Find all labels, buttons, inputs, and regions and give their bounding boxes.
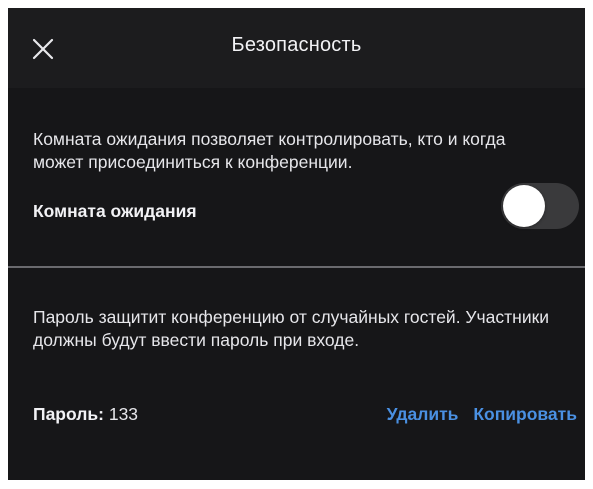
password-section: Пароль защитит конференцию от случайных … xyxy=(8,268,585,480)
password-row: Пароль: 133 xyxy=(33,404,138,425)
page-title: Безопасность xyxy=(231,34,362,56)
password-actions: Удалить Копировать xyxy=(377,404,577,425)
security-panel: Безопасность Комната ожидания позволяет … xyxy=(8,8,585,480)
waiting-room-label: Комната ожидания xyxy=(33,201,197,221)
waiting-room-toggle[interactable] xyxy=(501,183,579,229)
waiting-room-section: Комната ожидания позволяет контролироват… xyxy=(8,88,585,266)
copy-password-button[interactable]: Копировать xyxy=(473,404,577,424)
toggle-knob xyxy=(503,185,545,227)
password-label: Пароль: xyxy=(33,404,104,424)
header: Безопасность xyxy=(8,8,585,88)
waiting-room-description: Комната ожидания позволяет контролироват… xyxy=(33,129,506,172)
password-description: Пароль защитит конференцию от случайных … xyxy=(33,307,550,350)
delete-password-button[interactable]: Удалить xyxy=(387,404,459,424)
password-value: 133 xyxy=(108,404,139,424)
